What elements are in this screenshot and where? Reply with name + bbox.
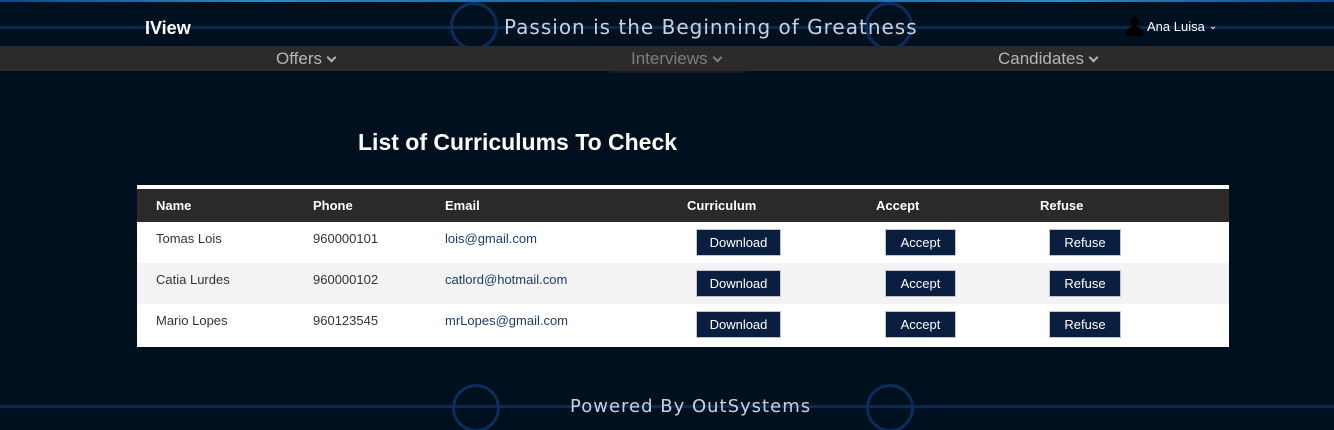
user-icon — [1125, 16, 1143, 36]
header-decoration-line — [0, 0, 1334, 2]
download-button[interactable]: Download — [696, 311, 781, 338]
accept-button[interactable]: Accept — [885, 270, 956, 297]
column-header-accept: Accept — [876, 198, 920, 213]
user-menu[interactable]: Ana Luisa ⌄ — [1125, 16, 1217, 36]
column-header-curriculum: Curriculum — [687, 198, 757, 213]
accept-button[interactable]: Accept — [885, 229, 956, 256]
candidate-name: Mario Lopes — [156, 313, 228, 328]
page-title: List of Curriculums To Check — [358, 129, 678, 155]
nav-item-label: Offers — [276, 49, 322, 68]
column-header-phone: Phone — [313, 198, 353, 213]
user-name: Ana Luisa — [1147, 18, 1205, 34]
nav-item-offers[interactable]: Offers — [276, 49, 337, 69]
chevron-down-icon: ⌄ — [1208, 20, 1218, 32]
accept-button[interactable]: Accept — [885, 311, 956, 338]
table-row: Mario Lopes 960123545 mrLopes@gmail.com … — [137, 304, 1229, 345]
table-row: Catia Lurdes 960000102 catlord@hotmail.c… — [137, 263, 1229, 304]
refuse-button[interactable]: Refuse — [1049, 311, 1121, 338]
column-header-name: Name — [156, 198, 192, 213]
header: IView Passion is the Beginning of Greatn… — [0, 0, 1334, 46]
decoration-ring — [452, 384, 500, 430]
candidate-phone: 960000101 — [313, 231, 379, 246]
column-header-email: Email — [445, 198, 480, 213]
candidate-email[interactable]: catlord@hotmail.com — [426, 263, 668, 304]
nav-item-candidates[interactable]: Candidates — [998, 49, 1099, 69]
candidate-phone: 960123545 — [313, 313, 379, 328]
nav-item-label: Candidates — [998, 49, 1085, 68]
nav-item-label: Interviews — [631, 49, 708, 68]
chevron-down-icon — [326, 52, 337, 62]
brand-logo[interactable]: IView — [145, 18, 191, 39]
chevron-down-icon — [1088, 52, 1099, 62]
footer-text: Powered By OutSystems — [570, 396, 812, 417]
candidate-name: Tomas Lois — [156, 231, 222, 246]
candidate-name: Catia Lurdes — [156, 272, 230, 287]
download-button[interactable]: Download — [696, 229, 781, 256]
chevron-down-icon — [712, 52, 722, 62]
candidate-email[interactable]: mrLopes@gmail.com — [426, 304, 668, 345]
nav-item-interviews[interactable]: Interviews — [631, 49, 722, 69]
tagline: Passion is the Beginning of Greatness — [504, 15, 918, 39]
column-header-refuse: Refuse — [1040, 198, 1084, 213]
nav-active-indicator — [610, 71, 746, 73]
decoration-ring — [866, 384, 914, 430]
candidate-phone: 960000102 — [313, 272, 379, 287]
refuse-button[interactable]: Refuse — [1049, 229, 1121, 256]
refuse-button[interactable]: Refuse — [1049, 270, 1121, 297]
main-nav: Offers Interviews Candidates — [0, 46, 1334, 71]
candidate-email[interactable]: lois@gmail.com — [426, 222, 668, 263]
table-row: Tomas Lois 960000101 lois@gmail.com Down… — [137, 222, 1229, 263]
download-button[interactable]: Download — [696, 270, 781, 297]
decoration-ring — [450, 2, 498, 46]
curriculums-table: Name Phone Email Curriculum Accept Refus… — [137, 185, 1229, 347]
table-header-row: Name Phone Email Curriculum Accept Refus… — [137, 189, 1229, 222]
